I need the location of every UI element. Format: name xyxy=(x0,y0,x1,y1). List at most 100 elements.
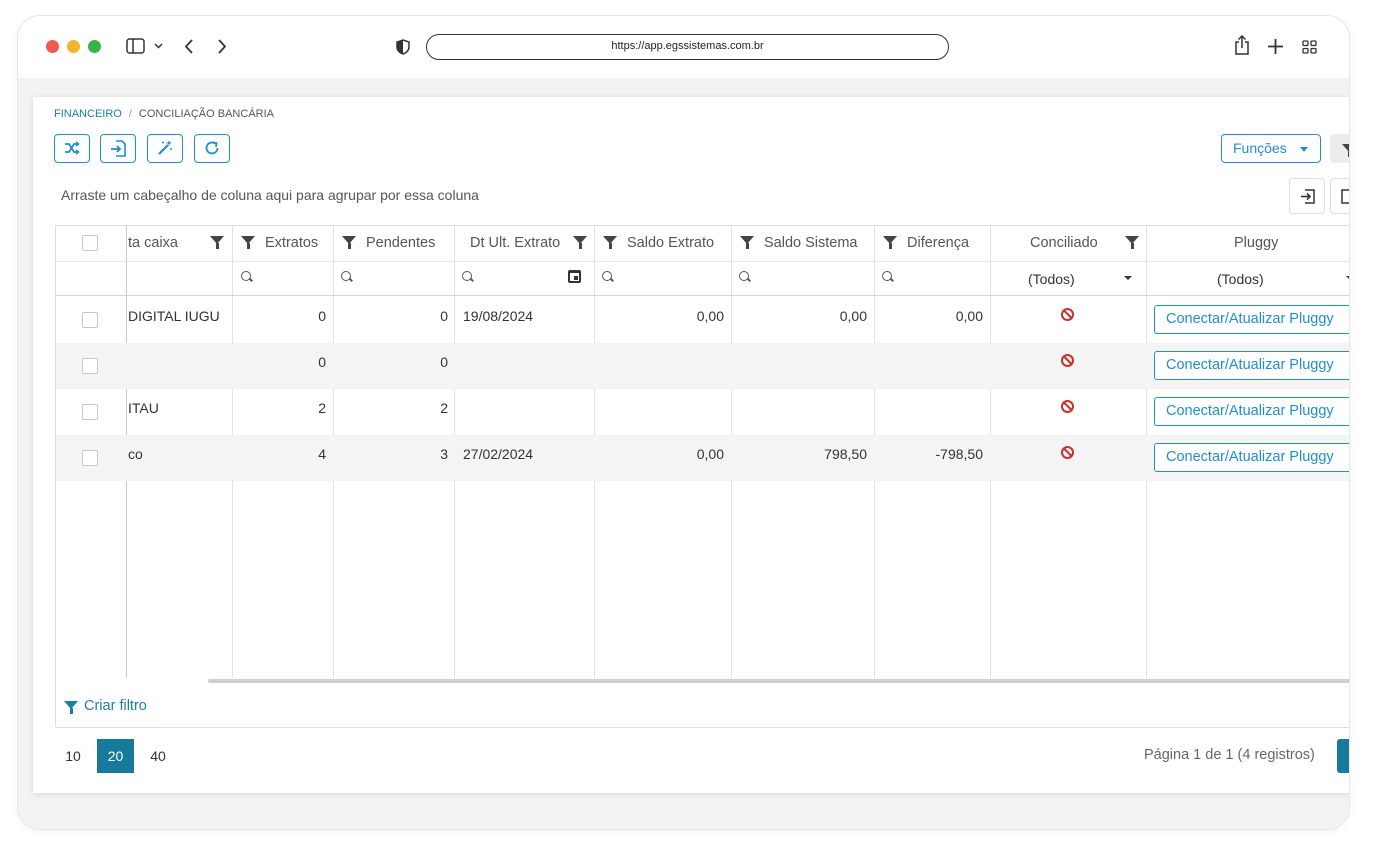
create-filter-link[interactable]: Criar filtro xyxy=(64,698,147,715)
search-icon[interactable] xyxy=(341,271,351,281)
page-size-40[interactable]: 40 xyxy=(144,739,172,773)
minimize-window-button[interactable] xyxy=(67,40,80,53)
shuffle-button[interactable] xyxy=(54,134,90,163)
search-icon[interactable] xyxy=(882,271,892,281)
refresh-icon xyxy=(205,141,219,155)
table-row[interactable]: ITAU 2 2 Conectar/Atualizar Pluggy xyxy=(56,389,1349,435)
caret-down-icon[interactable] xyxy=(1124,276,1132,280)
cell-pendentes: 2 xyxy=(440,400,448,416)
cell-saldo-extrato: 0,00 xyxy=(696,308,724,324)
connect-pluggy-button[interactable]: Conectar/Atualizar Pluggy xyxy=(1154,443,1349,472)
filter-icon[interactable] xyxy=(342,236,356,249)
cell-saldo-sistema: 798,50 xyxy=(824,446,867,462)
search-icon[interactable] xyxy=(241,271,251,281)
conciliado-filter-select[interactable]: (Todos) xyxy=(1028,269,1075,289)
header-diferenca[interactable]: Diferença xyxy=(876,226,989,261)
page-size-10[interactable]: 10 xyxy=(59,739,87,773)
refresh-button[interactable] xyxy=(194,134,230,163)
cell-extratos: 0 xyxy=(318,308,326,324)
header-pendentes[interactable]: Pendentes xyxy=(335,226,453,261)
cell-dt-ult-extrato: 19/08/2024 xyxy=(463,308,534,324)
filter-icon[interactable] xyxy=(241,236,255,249)
functions-label: Funções xyxy=(1233,140,1287,156)
export-button[interactable] xyxy=(1289,178,1325,214)
import-button[interactable] xyxy=(100,134,136,163)
filter-icon[interactable] xyxy=(740,236,754,249)
header-conciliado[interactable]: Conciliado xyxy=(992,226,1145,261)
filter-icon xyxy=(64,701,78,715)
header-extratos[interactable]: Extratos xyxy=(234,226,332,261)
header-dt-ult-extrato[interactable]: Dt Ult. Extrato xyxy=(456,226,593,261)
cell-extratos: 2 xyxy=(318,400,326,416)
filter-toggle-button[interactable] xyxy=(1330,134,1349,163)
header-pendentes-label: Pendentes xyxy=(366,235,436,251)
cell-saldo-sistema: 0,00 xyxy=(839,308,867,324)
header-pluggy[interactable]: Pluggy xyxy=(1148,226,1349,261)
filter-icon[interactable] xyxy=(1125,236,1139,249)
header-saldo-sistema-label: Saldo Sistema xyxy=(764,235,858,251)
header-conta-caixa-label: ta caixa xyxy=(128,235,178,251)
connect-pluggy-button[interactable]: Conectar/Atualizar Pluggy xyxy=(1154,351,1349,380)
browser-toolbar: https://app.egssistemas.com.br xyxy=(18,16,1349,78)
header-saldo-extrato[interactable]: Saldo Extrato xyxy=(596,226,730,261)
page-size-20[interactable]: 20 xyxy=(97,739,134,773)
table-row[interactable]: DIGITAL IUGU 0 0 19/08/2024 0,00 0,00 0,… xyxy=(56,297,1349,343)
page-nav-button[interactable] xyxy=(1337,739,1349,773)
breadcrumb-financeiro[interactable]: FINANCEIRO xyxy=(54,108,122,120)
table-row[interactable]: co 4 3 27/02/2024 0,00 798,50 -798,50 Co… xyxy=(56,435,1349,481)
select-all-checkbox[interactable] xyxy=(82,235,98,251)
horizontal-scrollbar[interactable] xyxy=(208,679,1349,683)
header-saldo-sistema[interactable]: Saldo Sistema xyxy=(733,226,873,261)
not-conciliated-icon xyxy=(1061,308,1074,321)
row-checkbox[interactable] xyxy=(82,358,98,374)
header-conta-caixa[interactable]: ta caixa xyxy=(128,226,230,261)
row-checkbox[interactable] xyxy=(82,312,98,328)
grid-bottom-border xyxy=(56,727,1349,728)
connect-pluggy-button[interactable]: Conectar/Atualizar Pluggy xyxy=(1154,305,1349,334)
share-icon[interactable] xyxy=(1235,35,1249,55)
table-row[interactable]: 0 0 Conectar/Atualizar Pluggy xyxy=(56,343,1349,389)
calendar-icon[interactable] xyxy=(568,270,581,283)
forward-icon[interactable] xyxy=(217,39,227,54)
not-conciliated-icon xyxy=(1061,400,1074,413)
filter-icon[interactable] xyxy=(883,236,897,249)
row-checkbox[interactable] xyxy=(82,450,98,466)
search-icon[interactable] xyxy=(602,271,612,281)
sidebar-toggle-icon[interactable] xyxy=(126,38,145,54)
new-tab-icon[interactable] xyxy=(1268,39,1283,54)
cell-diferenca: 0,00 xyxy=(955,308,983,324)
functions-dropdown[interactable]: Funções xyxy=(1221,134,1321,163)
connect-pluggy-button[interactable]: Conectar/Atualizar Pluggy xyxy=(1154,397,1349,426)
column-chooser-button[interactable] xyxy=(1330,178,1349,214)
breadcrumb-separator: / xyxy=(128,108,132,120)
shuffle-icon xyxy=(65,141,80,155)
search-icon[interactable] xyxy=(462,271,472,281)
filter-icon[interactable] xyxy=(573,236,587,249)
pluggy-filter-select[interactable]: (Todos) xyxy=(1217,269,1264,289)
cell-pendentes: 0 xyxy=(440,308,448,324)
reconciliation-grid: ta caixa Extratos Pendentes Dt Ult. Extr… xyxy=(55,225,1349,728)
row-checkbox[interactable] xyxy=(82,404,98,420)
auto-reconcile-button[interactable] xyxy=(147,134,183,163)
search-icon[interactable] xyxy=(739,271,749,281)
close-window-button[interactable] xyxy=(46,40,59,53)
header-conciliado-label: Conciliado xyxy=(1030,235,1098,251)
chevron-down-icon[interactable] xyxy=(154,43,163,49)
magic-wand-icon xyxy=(158,140,172,155)
caret-down-icon[interactable] xyxy=(1346,276,1349,280)
shield-icon[interactable] xyxy=(396,39,410,55)
not-conciliated-icon xyxy=(1061,446,1074,459)
filter-row: (Todos) (Todos) xyxy=(56,261,1349,296)
header-pluggy-label: Pluggy xyxy=(1234,235,1279,251)
page-info: Página 1 de 1 (4 registros) xyxy=(1144,747,1315,763)
cell-diferenca: -798,50 xyxy=(935,446,983,462)
filter-icon[interactable] xyxy=(603,236,617,249)
filter-icon[interactable] xyxy=(210,236,224,249)
header-saldo-extrato-label: Saldo Extrato xyxy=(627,235,715,251)
address-bar[interactable]: https://app.egssistemas.com.br xyxy=(426,34,949,60)
maximize-window-button[interactable] xyxy=(88,40,101,53)
tab-overview-icon[interactable] xyxy=(1302,40,1317,54)
file-import-icon xyxy=(111,140,126,157)
back-icon[interactable] xyxy=(184,39,194,54)
columns-icon xyxy=(1340,189,1349,204)
